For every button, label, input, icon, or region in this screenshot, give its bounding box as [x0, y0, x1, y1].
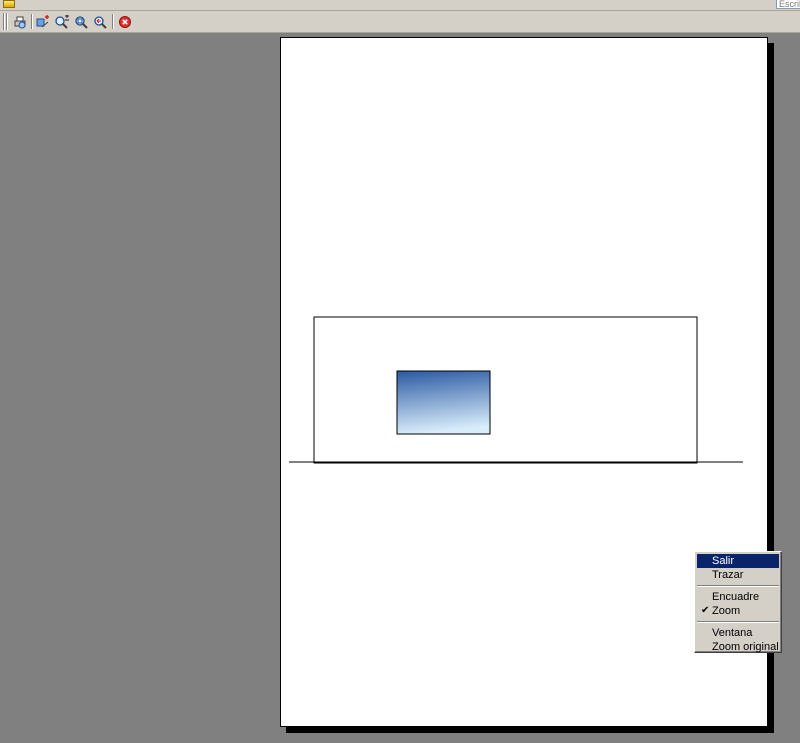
context-menu: Salir Trazar Encuadre ✔ Zoom Ventana Zoom… [694, 551, 782, 653]
app-icon [3, 0, 15, 8]
menu-item-trazar[interactable]: Trazar [697, 568, 779, 582]
menu-item-zoom[interactable]: ✔ Zoom [697, 604, 779, 618]
toolbar [0, 11, 800, 33]
menu-item-zoom-original[interactable]: Zoom original [697, 640, 779, 654]
zoom-window-icon [74, 15, 88, 29]
toolbar-separator [112, 14, 113, 29]
zoom-previous-icon [93, 15, 107, 29]
menu-item-encuadre[interactable]: Encuadre [697, 590, 779, 604]
menu-separator [697, 585, 779, 587]
toolbar-grip[interactable] [3, 13, 4, 30]
zoom-in-out-icon [54, 14, 69, 29]
toolbar-separator [31, 14, 32, 29]
toolbar-grip[interactable] [6, 13, 7, 30]
zoom-previous-button[interactable] [91, 13, 108, 30]
search-input[interactable]: Escrib [776, 0, 800, 9]
menu-item-salir[interactable]: Salir [697, 554, 779, 568]
menu-separator [697, 621, 779, 623]
add-to-selection-button[interactable] [35, 13, 52, 30]
checkmark-icon: ✔ [701, 605, 710, 616]
gradient-filled-rectangle [396, 370, 491, 435]
top-strip: Escrib [0, 0, 800, 11]
menu-item-zoom-label: Zoom [712, 605, 741, 617]
print-preview-button[interactable] [11, 13, 28, 30]
print-preview-icon [14, 16, 25, 28]
close-icon [118, 15, 131, 28]
menu-item-ventana[interactable]: Ventana [697, 626, 779, 640]
zoom-in-out-button[interactable] [53, 13, 70, 30]
zoom-window-button[interactable] [72, 13, 89, 30]
close-preview-button[interactable] [116, 13, 133, 30]
drawing-rectangle [313, 316, 698, 464]
add-to-selection-icon [36, 14, 49, 27]
